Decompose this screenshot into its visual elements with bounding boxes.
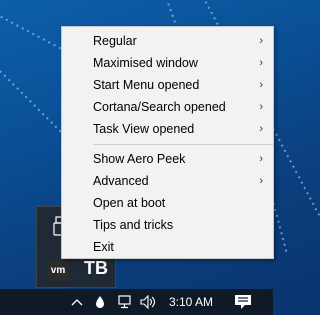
menu-item-task-view-opened[interactable]: Task View opened › <box>62 118 273 140</box>
menu-item-label: Cortana/Search opened <box>93 100 226 114</box>
menu-item-exit[interactable]: Exit <box>62 236 273 258</box>
menu-item-start-menu-opened[interactable]: Start Menu opened › <box>62 74 273 96</box>
chevron-right-icon: › <box>259 101 263 113</box>
translucenttb-icon[interactable]: TB <box>84 257 108 279</box>
chevron-right-icon: › <box>259 153 263 165</box>
menu-item-label: Start Menu opened <box>93 78 200 92</box>
menu-item-label: Advanced <box>93 174 149 188</box>
menu-item-cortana-search-opened[interactable]: Cortana/Search opened › <box>62 96 273 118</box>
menu-item-regular[interactable]: Regular › <box>62 30 273 52</box>
chevron-right-icon: › <box>259 79 263 91</box>
chevron-up-icon[interactable] <box>70 289 84 315</box>
vmware-icon[interactable]: vm <box>47 259 69 281</box>
menu-item-label: Regular <box>93 34 137 48</box>
chevron-right-icon: › <box>259 123 263 135</box>
menu-item-show-aero-peek[interactable]: Show Aero Peek › <box>62 148 273 170</box>
network-icon[interactable] <box>117 289 133 315</box>
volume-icon[interactable] <box>140 289 158 315</box>
menu-item-label: Open at boot <box>93 196 166 210</box>
menu-item-open-at-boot[interactable]: Open at boot <box>62 192 273 214</box>
chevron-right-icon: › <box>259 57 263 69</box>
menu-item-label: Task View opened <box>93 122 195 136</box>
menu-item-tips-and-tricks[interactable]: Tips and tricks <box>62 214 273 236</box>
clock[interactable]: 3:10 AM <box>165 289 217 315</box>
menu-item-label: Exit <box>93 240 114 254</box>
chevron-right-icon: › <box>259 175 263 187</box>
menu-item-label: Maximised window <box>93 56 198 70</box>
notification-icon[interactable] <box>232 289 254 315</box>
taskbar: 3:10 AM <box>0 289 273 315</box>
menu-item-label: Tips and tricks <box>93 218 174 232</box>
chevron-right-icon: › <box>259 35 263 47</box>
dropbox-icon[interactable] <box>93 289 107 315</box>
menu-separator <box>93 144 273 145</box>
context-menu: Regular › Maximised window › Start Menu … <box>61 26 274 259</box>
menu-item-maximised-window[interactable]: Maximised window › <box>62 52 273 74</box>
menu-item-label: Show Aero Peek <box>93 152 186 166</box>
menu-item-advanced[interactable]: Advanced › <box>62 170 273 192</box>
